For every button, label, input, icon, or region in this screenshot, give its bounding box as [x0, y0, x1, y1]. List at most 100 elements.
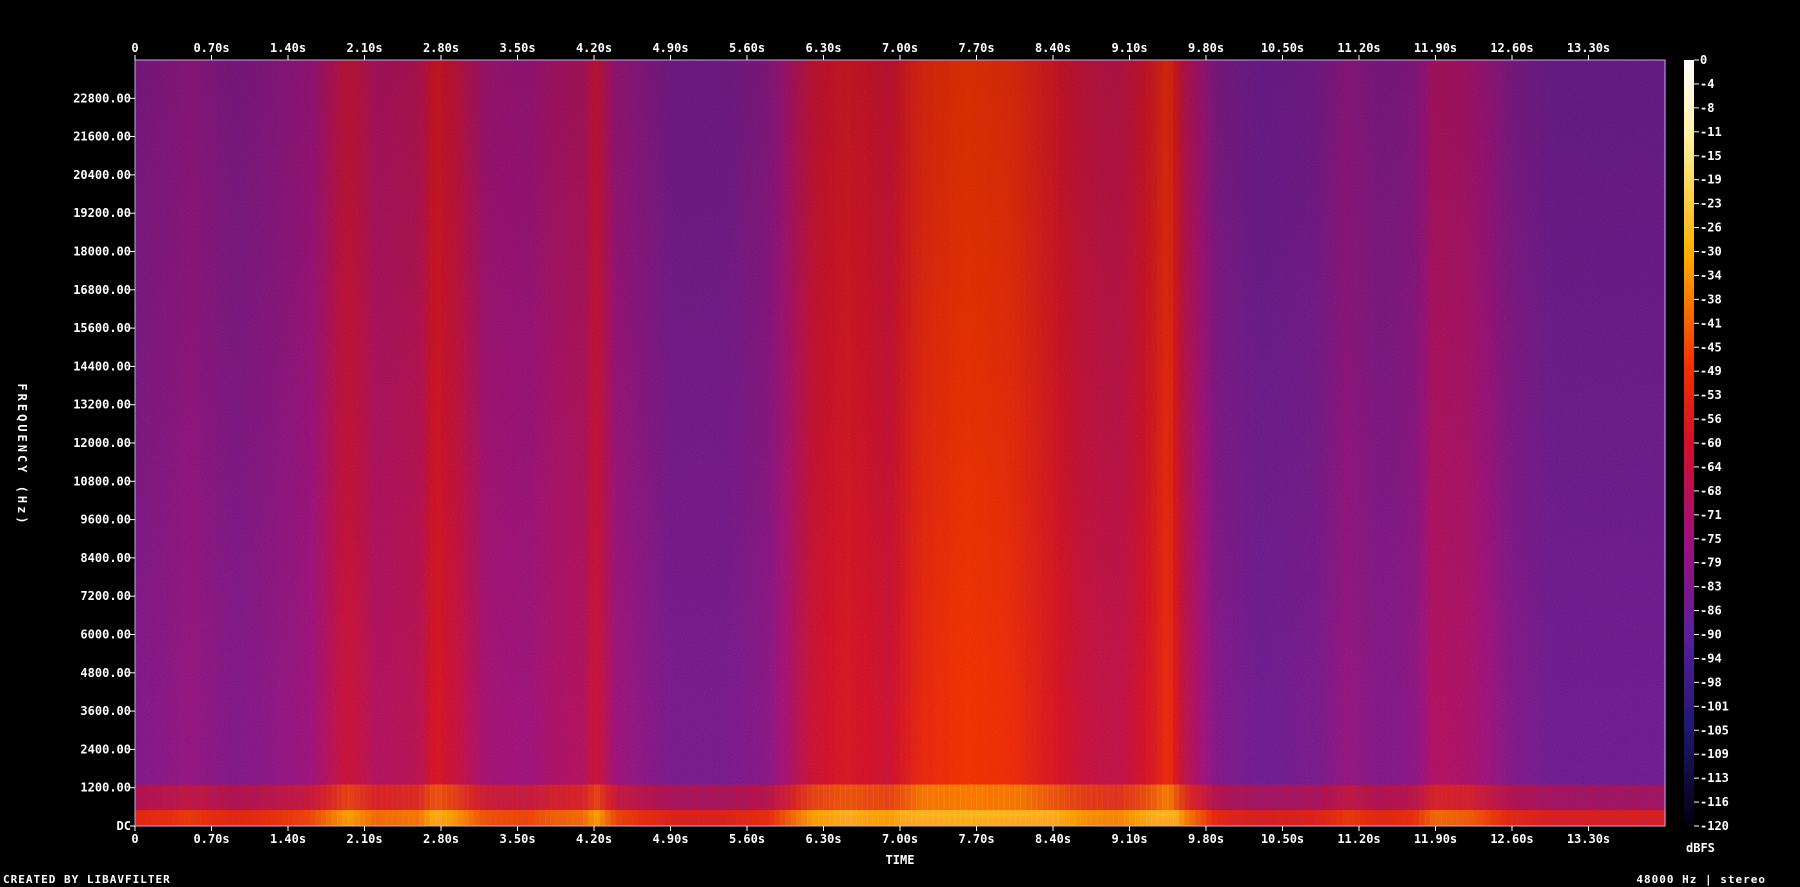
dc-band-cell: [850, 810, 857, 826]
dc-band-cell: [277, 810, 284, 826]
dc-band-cell: [533, 810, 540, 826]
dc-band-cell: [561, 810, 568, 826]
dc-band-cell: [446, 810, 453, 826]
dc-band-cell: [916, 810, 923, 826]
dc-band-cell: [1266, 810, 1273, 826]
y-tick-label: 16800.00: [73, 283, 131, 297]
dc-band-cell: [708, 810, 715, 826]
dc-band-cell: [1533, 810, 1540, 826]
dc-band-cell: [1599, 810, 1606, 826]
x-tick-label: 7.00s: [882, 832, 918, 846]
dc-band-cell: [1320, 810, 1327, 826]
dc-band-cell: [244, 810, 251, 826]
x-tick-label: 9.80s: [1188, 41, 1224, 55]
colorbar-tick-label: -45: [1700, 340, 1722, 354]
x-axis-bottom-ticks: 0 0.70s 1.40s 2.10s 2.80s 3.50s 4.20s 4.90s 5.60…: [131, 826, 1610, 846]
dc-band-cell: [506, 810, 513, 826]
dc-band-cell: [435, 810, 442, 826]
dc-band-cell: [522, 810, 530, 826]
dc-band-cell: [348, 810, 355, 826]
dc-band-cell: [1424, 810, 1431, 826]
dc-band-cell: [954, 810, 961, 826]
dc-band-cell: [681, 810, 688, 826]
dc-band-cell: [1244, 810, 1251, 826]
dc-band-cell: [834, 810, 841, 826]
dc-band-cell: [1517, 810, 1524, 826]
dc-band-cell: [1512, 810, 1519, 826]
dc-band-cell: [555, 810, 562, 826]
dc-band-cell: [1566, 810, 1573, 826]
x-tick-label: 6.30s: [805, 832, 841, 846]
dc-band-cell: [856, 810, 863, 826]
x-tick-label: 5.60s: [729, 41, 765, 55]
dc-band-cell: [867, 810, 874, 826]
dc-band-cell: [719, 810, 726, 826]
dc-band-cell: [1451, 810, 1458, 826]
dc-band-cell: [845, 810, 852, 826]
colorbar-tick-label: -71: [1700, 508, 1722, 522]
dc-band-cell: [599, 810, 606, 826]
y-tick-label: 21600.00: [73, 130, 131, 144]
dc-band-cell: [648, 810, 655, 826]
dc-band-cell: [1053, 810, 1060, 826]
dc-band-cell: [774, 810, 781, 826]
x-tick-label: 8.40s: [1035, 832, 1071, 846]
x-axis-top-ticks: 0 0.70s 1.40s 2.10s 2.80s 3.50s 4.20s 4.90s 5.60…: [131, 41, 1610, 60]
dc-band-cell: [1058, 810, 1065, 826]
x-tick-label: 5.60s: [729, 832, 765, 846]
colorbar-tick-label: -11: [1700, 125, 1722, 139]
x-tick-label: 10.50s: [1261, 41, 1304, 55]
dc-band-cell: [1637, 810, 1644, 826]
x-tick-label: 6.30s: [805, 41, 841, 55]
colorbar-tick-label: -4: [1700, 77, 1714, 91]
colorbar-tick-label: -113: [1700, 771, 1729, 785]
dc-band-cell: [1522, 810, 1529, 826]
dc-band-cell: [1287, 810, 1295, 826]
dc-band-cell: [206, 810, 213, 826]
dc-band-cell: [632, 810, 639, 826]
dc-band-cell: [1408, 810, 1415, 826]
dc-band-cell: [1506, 810, 1513, 826]
dc-band-cell: [233, 810, 240, 826]
dc-band-cell: [1528, 810, 1535, 826]
dc-band-cell: [1216, 810, 1223, 826]
x-tick-label: 4.20s: [576, 41, 612, 55]
colorbar-tick-label: -105: [1700, 723, 1729, 737]
dc-band-cell: [1577, 810, 1584, 826]
dc-band-cell: [583, 810, 590, 826]
dc-band-cell: [1457, 810, 1464, 826]
dc-band-cell: [1419, 810, 1426, 826]
dc-band-cell: [768, 810, 775, 826]
dc-band-cell: [1025, 810, 1032, 826]
x-tick-label: 7.00s: [882, 41, 918, 55]
x-tick-label: 4.90s: [652, 832, 688, 846]
dc-band-cell: [151, 810, 158, 826]
dc-band-cell: [692, 810, 699, 826]
dc-band-cell: [757, 810, 764, 826]
x-tick-label: 1.40s: [270, 832, 306, 846]
dc-band-cell: [173, 810, 180, 826]
dc-band-cell: [725, 810, 732, 826]
dc-band-cell: [380, 810, 387, 826]
dc-band-cell: [965, 810, 972, 826]
colorbar-tick-label: -49: [1700, 364, 1722, 378]
x-tick-label: 13.30s: [1567, 832, 1610, 846]
dc-band-cell: [1124, 810, 1131, 826]
spectrogram-plot-area: [134, 59, 1666, 827]
dc-band-cell: [1604, 810, 1611, 826]
y-tick-label: 20400.00: [73, 168, 131, 182]
dc-band-cell: [315, 810, 322, 826]
y-tick-label: 9600.00: [80, 513, 131, 527]
dc-band-cell: [675, 810, 683, 826]
dc-band-cell: [626, 810, 633, 826]
colorbar-tick-label: -23: [1700, 197, 1722, 211]
x-tick-label: 3.50s: [499, 832, 535, 846]
dc-band-cell: [807, 810, 814, 826]
dc-band-cell: [960, 810, 967, 826]
dc-band-cell: [637, 810, 644, 826]
y-tick-label: 1200.00: [80, 781, 131, 795]
dc-band-cell: [1402, 810, 1409, 826]
colorbar-unit: dBFS: [1686, 841, 1715, 855]
x-tick-label: 8.40s: [1035, 41, 1071, 55]
dc-band-cell: [1632, 810, 1639, 826]
